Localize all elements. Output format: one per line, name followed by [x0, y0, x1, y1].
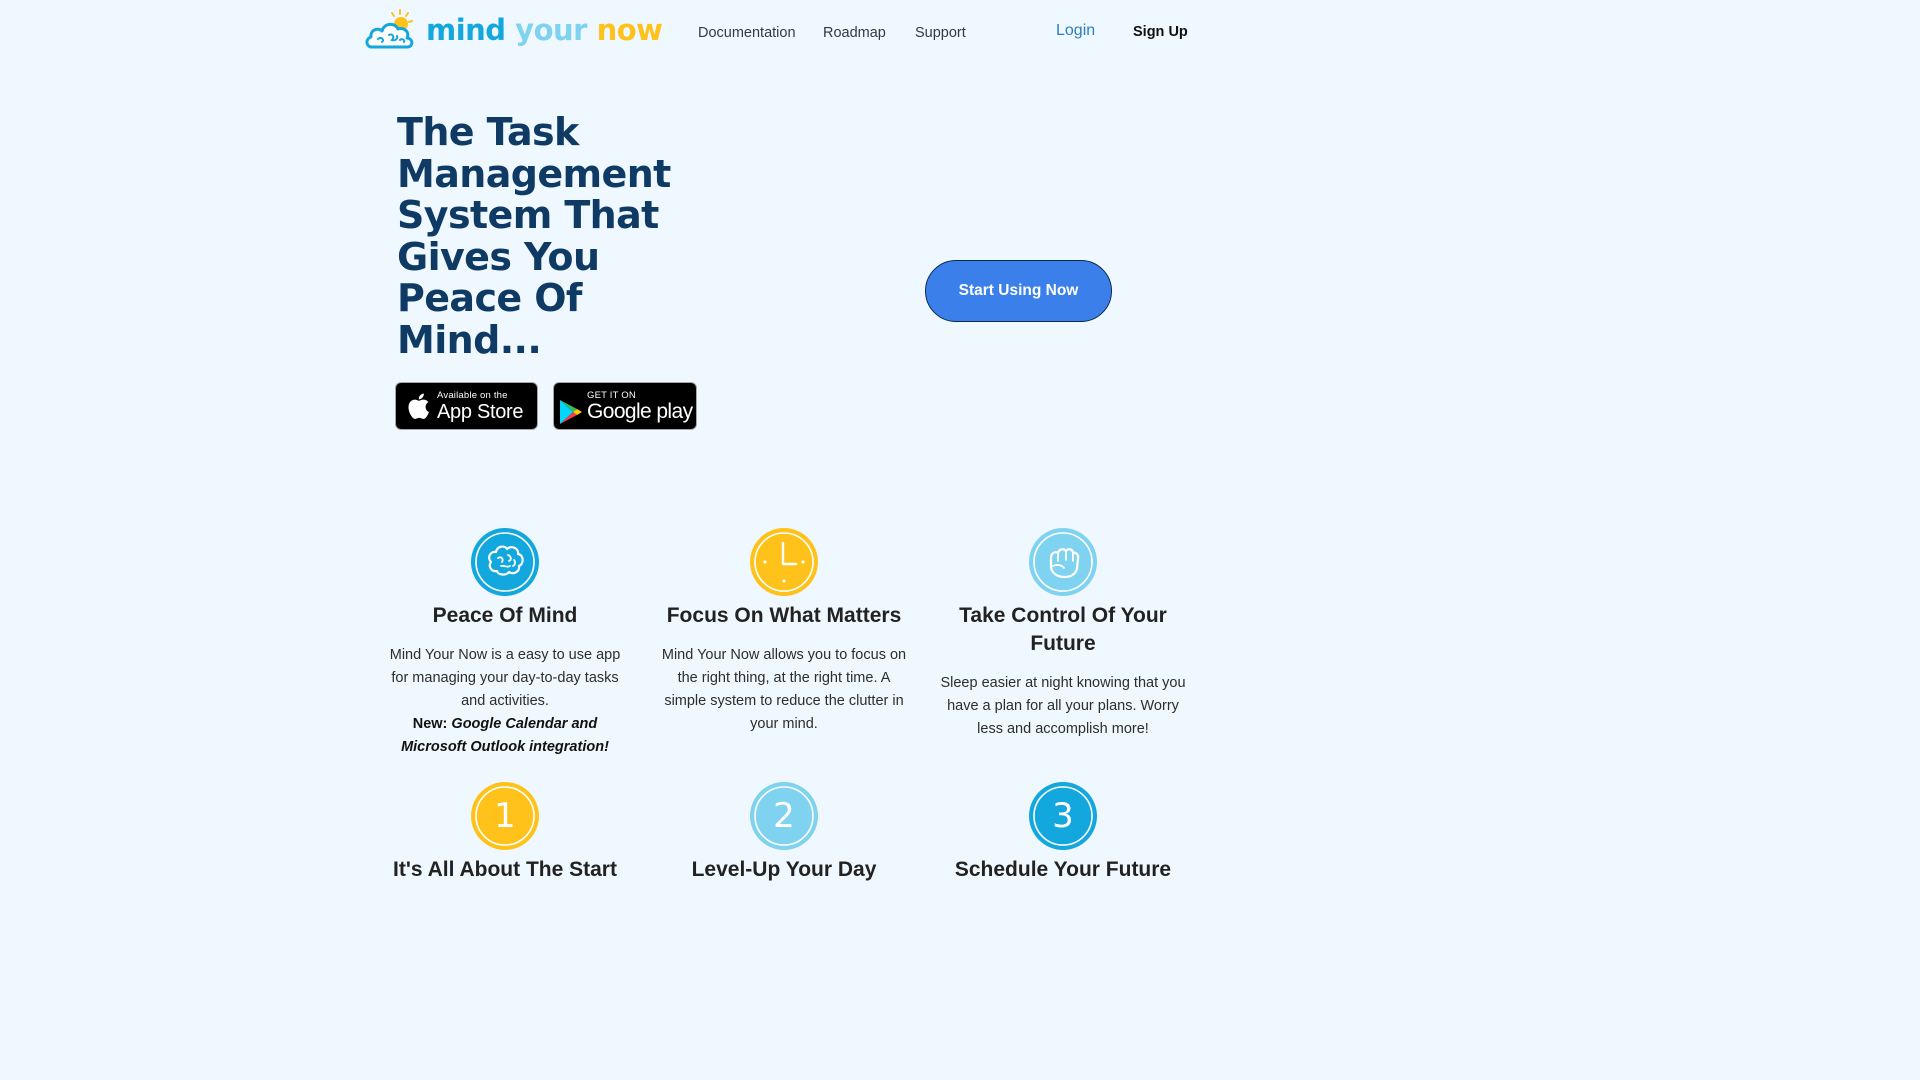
- app-store-badge[interactable]: Available on the App Store: [395, 382, 538, 430]
- start-using-now-button[interactable]: Start Using Now: [925, 260, 1112, 322]
- google-play-icon: [559, 399, 583, 425]
- signup-link[interactable]: Sign Up: [1133, 23, 1188, 41]
- step-number: 2: [773, 796, 795, 836]
- apple-icon: [406, 392, 430, 420]
- feature-title: Peace Of Mind: [432, 604, 578, 627]
- app-store-large-text: App Store: [437, 400, 524, 423]
- step-title: Level-Up Your Day: [691, 858, 877, 881]
- feature-title: Focus On What Matters: [666, 604, 902, 627]
- login-link[interactable]: Login: [1056, 21, 1095, 41]
- logo-word-mind: mind: [426, 12, 506, 47]
- logo-wordmark: mind your now: [426, 12, 663, 47]
- google-play-large-text: Google play: [587, 399, 693, 423]
- nav-documentation[interactable]: Documentation: [698, 24, 796, 42]
- feature-description: Mind Your Now is a easy to use app for m…: [389, 647, 621, 709]
- number-two-icon: 2: [750, 782, 818, 850]
- feature-new-note: New: Google Calendar and Microsoft Outlo…: [380, 713, 630, 759]
- brain-icon: [471, 528, 539, 596]
- clock-icon: [750, 528, 818, 596]
- feature-description: Sleep easier at night knowing that you h…: [940, 675, 1186, 737]
- fist-icon: [1029, 528, 1097, 596]
- logo[interactable]: mind your now: [364, 8, 663, 52]
- step-title: It's All About The Start: [393, 858, 617, 881]
- logo-word-now: now: [596, 12, 663, 47]
- feature-title: Take Control Of Your Future: [959, 604, 1167, 655]
- step-title: Schedule Your Future: [954, 858, 1172, 881]
- new-label: New:: [412, 716, 448, 732]
- logo-cloud-icon: [364, 9, 418, 51]
- logo-word-your: your: [515, 12, 587, 47]
- google-play-badge[interactable]: GET IT ON Google play: [553, 382, 697, 430]
- number-one-icon: 1: [471, 782, 539, 850]
- nav-support[interactable]: Support: [915, 24, 966, 42]
- number-three-icon: 3: [1029, 782, 1097, 850]
- feature-description: Mind Your Now allows you to focus on the…: [661, 647, 907, 732]
- step-number: 3: [1052, 796, 1074, 836]
- nav-roadmap[interactable]: Roadmap: [823, 24, 886, 42]
- google-play-small-text: GET IT ON: [587, 389, 636, 401]
- step-number: 1: [494, 796, 516, 836]
- app-store-small-text: Available on the: [437, 389, 508, 401]
- hero-title: The Task Management System That Gives Yo…: [397, 110, 671, 362]
